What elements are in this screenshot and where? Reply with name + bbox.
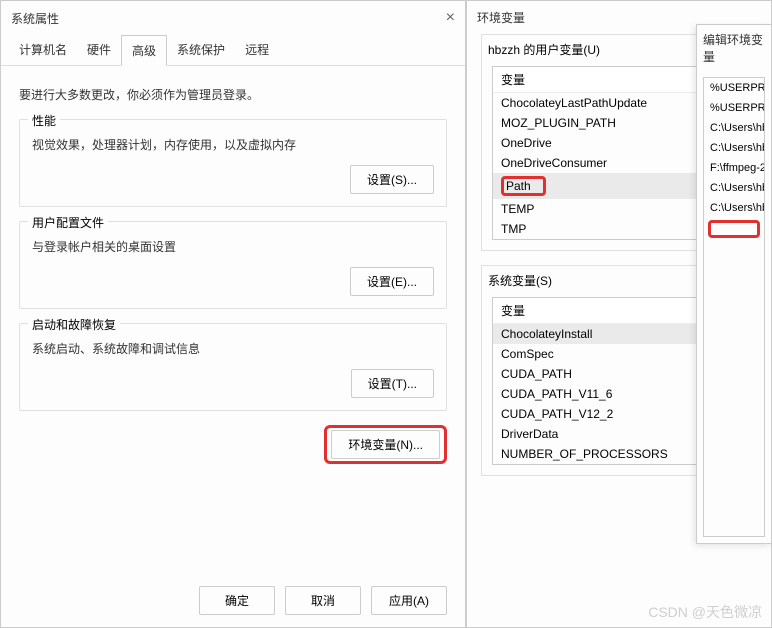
list-item[interactable]: %USERPROFI [704, 98, 764, 118]
profile-settings-button[interactable]: 设置(E)... [350, 267, 434, 296]
group-legend: 用户配置文件 [28, 214, 108, 231]
ok-button[interactable]: 确定 [199, 586, 275, 615]
titlebar: 系统属性 × [1, 1, 465, 35]
group-desc: 与登录帐户相关的桌面设置 [32, 238, 434, 255]
col-variable[interactable]: 变量 [493, 67, 717, 93]
group-legend: 性能 [28, 112, 60, 129]
system-properties-window: 系统属性 × 计算机名 硬件 高级 系统保护 远程 要进行大多数更改，你必须作为… [0, 0, 466, 628]
group-desc: 系统启动、系统故障和调试信息 [32, 340, 434, 357]
tab-content: 要进行大多数更改，你必须作为管理员登录。 性能 视觉效果，处理器计划，内存使用，… [1, 66, 465, 478]
titlebar: 编辑环境变量 [697, 25, 771, 71]
tab-computer-name[interactable]: 计算机名 [9, 35, 77, 65]
window-title: 环境变量 [477, 9, 525, 26]
list-item[interactable]: C:\Users\hbz [704, 118, 764, 138]
performance-group: 性能 视觉效果，处理器计划，内存使用，以及虚拟内存 设置(S)... [19, 119, 447, 207]
highlight-icon [708, 220, 760, 238]
edit-environment-variable-window: 编辑环境变量 %USERPROFI%USERPROFIC:\Users\hbzC… [696, 24, 772, 544]
cancel-button[interactable]: 取消 [285, 586, 361, 615]
highlight-icon: Path [501, 176, 546, 196]
group-desc: 视觉效果，处理器计划，内存使用，以及虚拟内存 [32, 136, 434, 153]
tab-hardware[interactable]: 硬件 [77, 35, 121, 65]
window-title: 编辑环境变量 [703, 31, 765, 65]
startup-recovery-group: 启动和故障恢复 系统启动、系统故障和调试信息 设置(T)... [19, 323, 447, 411]
tab-advanced[interactable]: 高级 [121, 35, 167, 66]
tabs: 计算机名 硬件 高级 系统保护 远程 [1, 35, 465, 66]
environment-variables-button[interactable]: 环境变量(N)... [331, 430, 440, 459]
window-title: 系统属性 [11, 10, 59, 27]
col-variable[interactable]: 变量 [493, 298, 717, 324]
highlight-icon: 环境变量(N)... [324, 425, 447, 464]
group-legend: 启动和故障恢复 [28, 316, 120, 333]
dialog-footer: 确定 取消 应用(A) [199, 586, 447, 615]
performance-settings-button[interactable]: 设置(S)... [350, 165, 434, 194]
admin-note: 要进行大多数更改，你必须作为管理员登录。 [19, 86, 447, 103]
list-item[interactable]: C:\Users\hbz [704, 138, 764, 158]
list-item[interactable]: %USERPROFI [704, 78, 764, 98]
tab-system-protection[interactable]: 系统保护 [167, 35, 235, 65]
tab-remote[interactable]: 远程 [235, 35, 279, 65]
list-item[interactable]: C:\Users\hbz [704, 198, 764, 218]
startup-settings-button[interactable]: 设置(T)... [351, 369, 434, 398]
list-item[interactable]: F:\ffmpeg-20 [704, 158, 764, 178]
list-item[interactable]: C:\Users\hbz [704, 178, 764, 198]
apply-button[interactable]: 应用(A) [371, 586, 447, 615]
path-entries-list[interactable]: %USERPROFI%USERPROFIC:\Users\hbzC:\Users… [703, 77, 765, 537]
close-icon[interactable]: × [446, 9, 455, 27]
user-profile-group: 用户配置文件 与登录帐户相关的桌面设置 设置(E)... [19, 221, 447, 309]
